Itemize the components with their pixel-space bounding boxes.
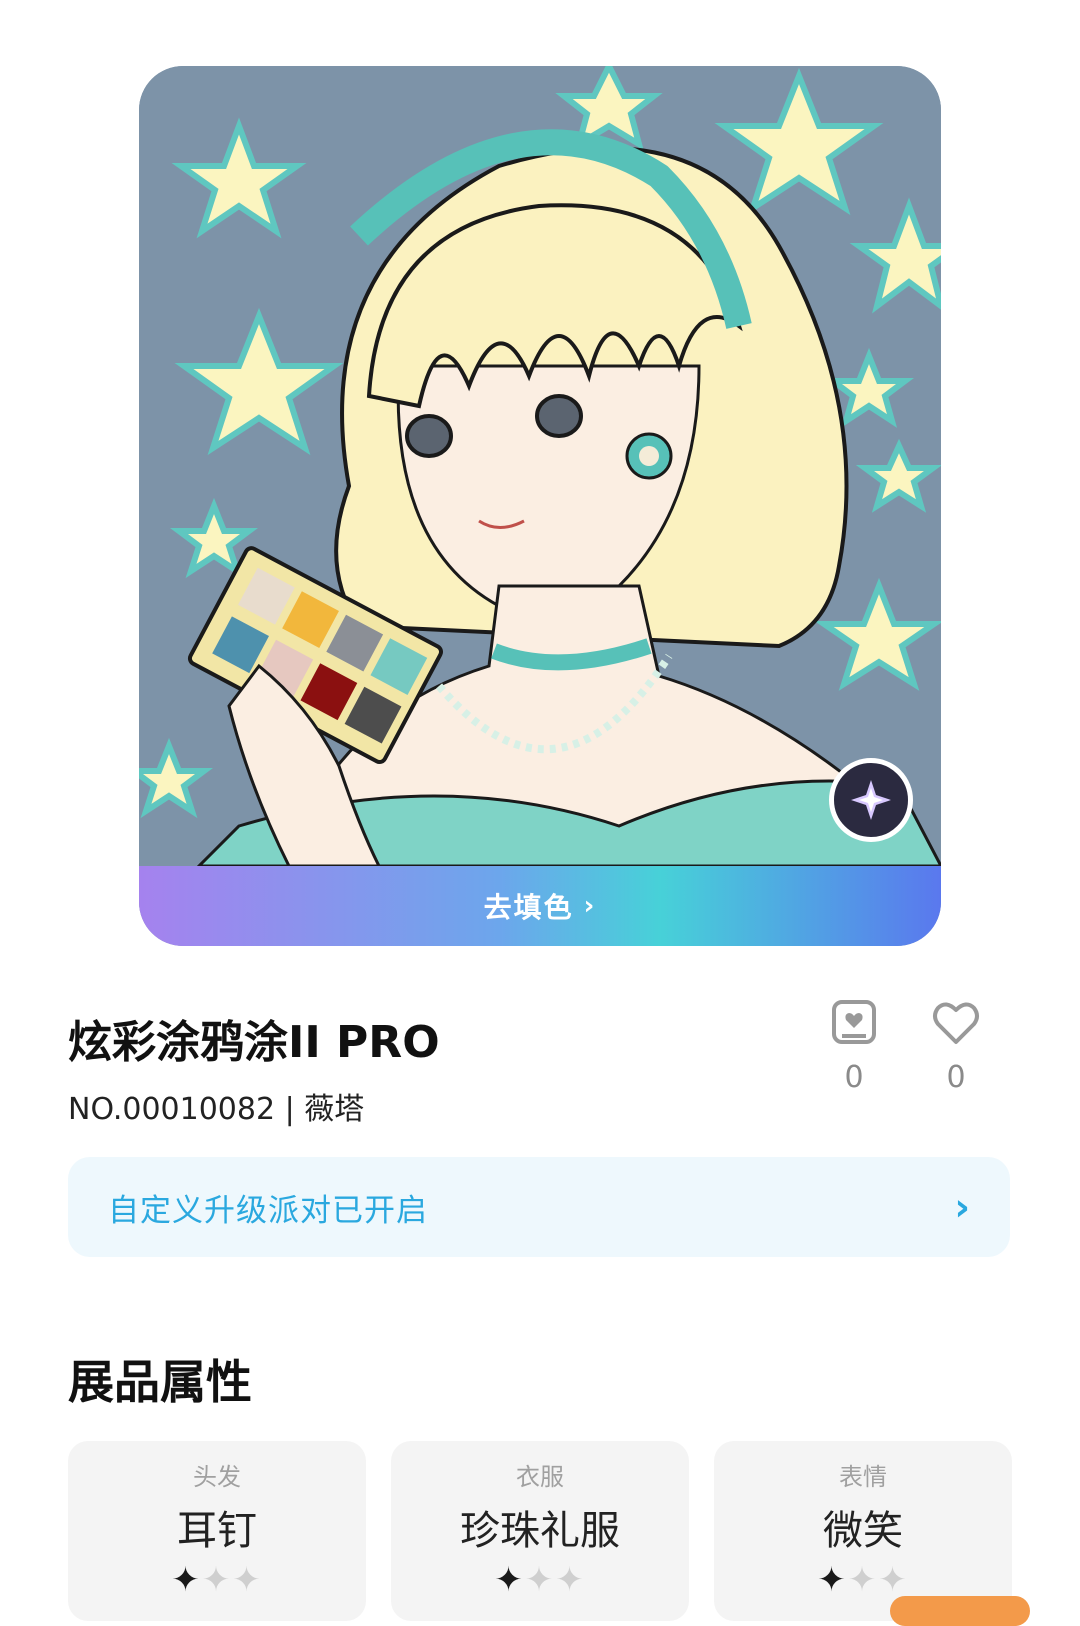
fill-color-button[interactable]: 去填色 › — [139, 866, 941, 946]
collection-icon — [832, 1000, 876, 1044]
attribute-card[interactable]: 表情 微笑 ✦✦✦ — [714, 1441, 1012, 1621]
attribute-value: 珍珠礼服 — [460, 1508, 620, 1554]
item-title: 炫彩涂鸦涂II PRO — [68, 1017, 440, 1068]
star-filled-icon: ✦ — [171, 1560, 202, 1600]
rating-stars: ✦✦✦ — [714, 1560, 1012, 1600]
section-title: 展品属性 — [68, 1355, 252, 1409]
fill-color-label: 去填色 — [483, 891, 574, 924]
attribute-value: 耳钉 — [177, 1508, 257, 1554]
rating-stars: ✦✦✦ — [68, 1560, 366, 1600]
like-count: 0 — [946, 1060, 966, 1095]
chevron-right-icon: › — [954, 1185, 970, 1229]
star-empty-icon: ✦ — [555, 1560, 586, 1600]
star-empty-icon: ✦ — [847, 1560, 879, 1600]
floating-action-button[interactable] — [890, 1596, 1030, 1626]
sparkle-star-icon — [851, 780, 891, 820]
attribute-card[interactable]: 头发 耳钉 ✦✦✦ — [68, 1441, 366, 1621]
heart-icon — [933, 1002, 979, 1044]
item-serial: NO.00010082 | 薇塔 — [68, 1092, 365, 1127]
attribute-value: 微笑 — [823, 1508, 903, 1554]
rating-stars: ✦✦✦ — [391, 1560, 689, 1600]
attribute-card[interactable]: 衣服 珍珠礼服 ✦✦✦ — [391, 1441, 689, 1621]
attribute-label: 头发 — [193, 1463, 241, 1491]
collect-count: 0 — [844, 1060, 864, 1095]
attribute-label: 表情 — [839, 1463, 887, 1491]
star-filled-icon: ✦ — [494, 1560, 525, 1600]
chevron-right-icon: › — [583, 891, 597, 921]
attribute-label: 衣服 — [516, 1463, 564, 1491]
star-empty-icon: ✦ — [524, 1560, 556, 1600]
collect-button[interactable]: 0 — [814, 998, 894, 1095]
like-button[interactable]: 0 — [916, 998, 996, 1095]
star-filled-icon: ✦ — [817, 1560, 848, 1600]
upgrade-party-banner[interactable]: 自定义升级派对已开启 › — [68, 1157, 1010, 1257]
star-empty-icon: ✦ — [232, 1560, 263, 1600]
artwork-card[interactable]: 去填色 › — [139, 66, 941, 946]
badge-icon[interactable] — [829, 758, 913, 842]
artwork-image — [139, 66, 941, 866]
banner-text: 自定义升级派对已开启 — [108, 1192, 428, 1229]
star-empty-icon: ✦ — [201, 1560, 233, 1600]
star-empty-icon: ✦ — [878, 1560, 909, 1600]
